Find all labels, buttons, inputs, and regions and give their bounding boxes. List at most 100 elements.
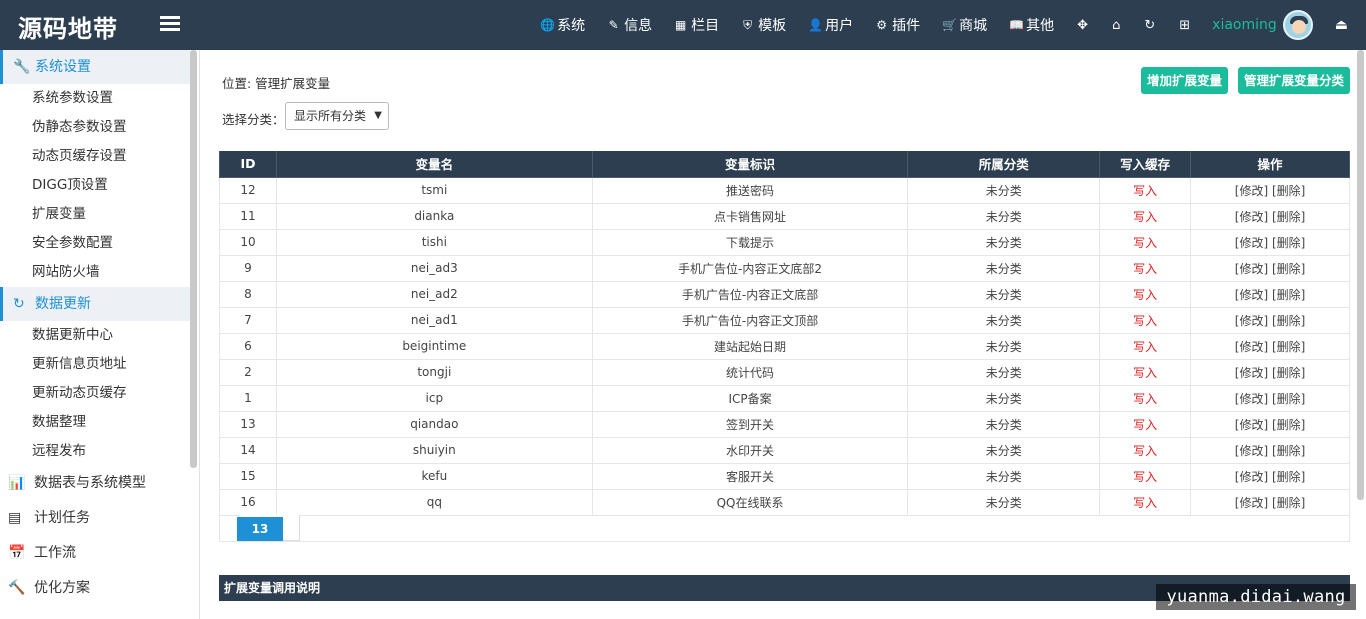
write-cache-link[interactable]: 写入 bbox=[1133, 496, 1157, 510]
cell-text: 未分类 bbox=[985, 443, 1022, 458]
cell-text: QQ在线联系 bbox=[716, 495, 784, 510]
cell-label: 手机广告位-内容正文底部2 bbox=[591, 254, 909, 282]
sidebar-item[interactable]: 更新信息页地址 bbox=[0, 350, 190, 379]
write-cache-link[interactable]: 写入 bbox=[1133, 210, 1157, 224]
table-row: 15 kefu 客服开关 未分类 写入 [修改] [删除] bbox=[219, 462, 1350, 490]
nav-item-4[interactable]: 👤 用户 bbox=[797, 15, 864, 35]
write-cache-link[interactable]: 写入 bbox=[1133, 236, 1157, 250]
cell-label: 水印开关 bbox=[591, 436, 909, 464]
write-cache-link[interactable]: 写入 bbox=[1133, 418, 1157, 432]
cell-text: 12 bbox=[240, 183, 256, 197]
edit-delete-links[interactable]: [修改] [删除] bbox=[1235, 496, 1306, 510]
edit-delete-links[interactable]: [修改] [删除] bbox=[1235, 444, 1306, 458]
variables-table: ID 变量名 变量标识 所属分类 写入缓存 操作 12 tsmi 推送密码 未分类 写入 [修改] … bbox=[219, 151, 1350, 516]
edit-delete-links[interactable]: [修改] [删除] bbox=[1235, 418, 1306, 432]
sidebar-item[interactable]: DIGG顶设置 bbox=[0, 171, 190, 200]
plugin-icon: ⚙ bbox=[876, 18, 888, 32]
cell-cache: 写入 bbox=[1099, 462, 1192, 490]
add-variable-button[interactable]: 增加扩展变量 bbox=[1141, 67, 1229, 94]
cell-label: 签到开关 bbox=[591, 410, 909, 438]
sitemap-icon[interactable]: ⊞ bbox=[1167, 18, 1202, 33]
edit-delete-links[interactable]: [修改] [删除] bbox=[1235, 392, 1306, 406]
edit-delete-links[interactable]: [修改] [删除] bbox=[1235, 366, 1306, 380]
edit-delete-links[interactable]: [修改] [删除] bbox=[1235, 210, 1306, 224]
write-cache-link[interactable]: 写入 bbox=[1133, 366, 1157, 380]
cell-label: 统计代码 bbox=[591, 358, 909, 386]
sidebar-section-1[interactable]: ↻ 数据更新 bbox=[0, 287, 190, 321]
edit-delete-links[interactable]: [修改] [删除] bbox=[1235, 262, 1306, 276]
cell-id: 1 bbox=[219, 384, 277, 412]
table-row: 2 tongji 统计代码 未分类 写入 [修改] [删除] bbox=[219, 358, 1350, 386]
edit-delete-links[interactable]: [修改] [删除] bbox=[1235, 288, 1306, 302]
edit-delete-links[interactable]: [修改] [删除] bbox=[1235, 314, 1306, 328]
refresh-icon[interactable]: ↻ bbox=[1132, 18, 1167, 33]
edit-delete-links[interactable]: [修改] [删除] bbox=[1235, 340, 1306, 354]
sidebar-item[interactable]: 扩展变量 bbox=[0, 200, 190, 229]
sidebar-group-0[interactable]: 📊 数据表与系统模型 bbox=[0, 466, 190, 501]
nav-item-7[interactable]: 📖 其他 bbox=[998, 15, 1065, 35]
sidebar-section-0[interactable]: 🔧 系统设置 bbox=[0, 50, 190, 84]
sidebar-item[interactable]: 远程发布 bbox=[0, 437, 190, 466]
cell-text: tongji bbox=[417, 365, 452, 379]
logout-icon[interactable]: ⏏ bbox=[1331, 17, 1366, 33]
sidebar-item[interactable]: 数据更新中心 bbox=[0, 321, 190, 350]
nav-item-6[interactable]: 🛒 商城 bbox=[931, 15, 998, 35]
sidebar-scrollbar[interactable] bbox=[190, 50, 197, 468]
menu-toggle-icon[interactable] bbox=[160, 16, 180, 34]
write-cache-link[interactable]: 写入 bbox=[1133, 470, 1157, 484]
edit-delete-links[interactable]: [修改] [删除] bbox=[1235, 470, 1306, 484]
cell-text: 11 bbox=[240, 209, 256, 223]
manage-category-button[interactable]: 管理扩展变量分类 bbox=[1238, 67, 1351, 94]
cell-name: beigintime bbox=[275, 332, 593, 360]
sidebar-group-2[interactable]: 📅 工作流 bbox=[0, 536, 190, 571]
cell-text: 未分类 bbox=[985, 339, 1022, 354]
nav-item-3[interactable]: ⛨ 模板 bbox=[730, 15, 797, 35]
fullscreen-icon[interactable]: ✥ bbox=[1065, 18, 1100, 33]
sidebar-group-3[interactable]: 🔨 优化方案 bbox=[0, 571, 190, 606]
cell-cache: 写入 bbox=[1099, 488, 1192, 516]
write-cache-link[interactable]: 写入 bbox=[1133, 314, 1157, 328]
username[interactable]: xiaoming bbox=[1202, 17, 1283, 33]
sidebar-item[interactable]: 更新动态页缓存 bbox=[0, 379, 190, 408]
sidebar-item[interactable]: 网站防火墙 bbox=[0, 258, 190, 287]
cell-cache: 写入 bbox=[1099, 202, 1192, 230]
cell-id: 9 bbox=[219, 254, 277, 282]
sidebar-item[interactable]: 伪静态参数设置 bbox=[0, 113, 190, 142]
column-header: 操作 bbox=[1190, 151, 1350, 178]
write-cache-link[interactable]: 写入 bbox=[1133, 392, 1157, 406]
table-row: 13 qiandao 签到开关 未分类 写入 [修改] [删除] bbox=[219, 410, 1350, 438]
cell-name: tongji bbox=[275, 358, 593, 386]
cell-text: qq bbox=[426, 495, 442, 509]
write-cache-link[interactable]: 写入 bbox=[1133, 184, 1157, 198]
nav-item-5[interactable]: ⚙ 插件 bbox=[864, 15, 931, 35]
write-cache-link[interactable]: 写入 bbox=[1133, 288, 1157, 302]
write-cache-link[interactable]: 写入 bbox=[1133, 262, 1157, 276]
write-cache-link[interactable]: 写入 bbox=[1133, 444, 1157, 458]
category-select[interactable]: 显示所有分类 ▼ bbox=[285, 102, 389, 130]
brand-logo[interactable]: 源码地带 bbox=[18, 9, 118, 44]
sidebar-item[interactable]: 系统参数设置 bbox=[0, 84, 190, 113]
category-select-value: 显示所有分类 bbox=[294, 109, 367, 123]
sidebar-item[interactable]: 安全参数配置 bbox=[0, 229, 190, 258]
sidebar-item[interactable]: 数据整理 bbox=[0, 408, 190, 437]
nav-item-label: 用户 bbox=[825, 18, 854, 34]
avatar[interactable] bbox=[1282, 10, 1313, 40]
cell-text: 未分类 bbox=[985, 209, 1022, 224]
sidebar-item[interactable]: 动态页缓存设置 bbox=[0, 142, 190, 171]
page-scrollbar[interactable] bbox=[1357, 50, 1364, 500]
nav-item-2[interactable]: ▦ 栏目 bbox=[663, 15, 730, 35]
sidebar-group-1[interactable]: ▤ 计划任务 bbox=[0, 501, 190, 536]
cell-text: 7 bbox=[244, 313, 252, 327]
nav-item-0[interactable]: 🌐 系统 bbox=[529, 15, 596, 35]
cell-text: icp bbox=[425, 391, 444, 405]
cell-text: 未分类 bbox=[985, 391, 1022, 406]
edit-delete-links[interactable]: [修改] [删除] bbox=[1235, 184, 1306, 198]
cell-text: 2 bbox=[244, 365, 252, 379]
table-row: 8 nei_ad2 手机广告位-内容正文底部 未分类 写入 [修改] [删除] bbox=[219, 280, 1350, 308]
write-cache-link[interactable]: 写入 bbox=[1133, 340, 1157, 354]
home-icon[interactable]: ⌂ bbox=[1100, 18, 1132, 33]
pager-count[interactable]: 13 bbox=[237, 517, 283, 541]
nav-item-1[interactable]: ✎ 信息 bbox=[596, 15, 663, 35]
cell-label: QQ在线联系 bbox=[591, 488, 909, 516]
edit-delete-links[interactable]: [修改] [删除] bbox=[1235, 236, 1306, 250]
